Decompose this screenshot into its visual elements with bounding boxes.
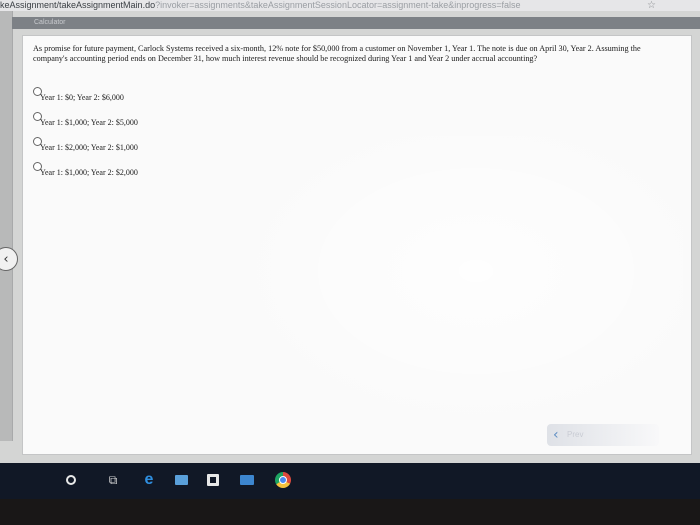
taskbar: ⧉ e	[0, 463, 700, 499]
screen-glare	[223, 136, 683, 436]
chevron-left-icon[interactable]: ‹	[0, 247, 18, 271]
prev-button[interactable]: ‹ Prev	[547, 424, 659, 446]
chevron-left-icon: ‹	[553, 427, 559, 443]
url-path: keAssignment/takeAssignmentMain.do	[0, 0, 156, 10]
left-edge-panel	[0, 11, 13, 441]
edge-browser-icon[interactable]: e	[140, 471, 158, 489]
prev-label: Prev	[567, 430, 584, 439]
store-icon[interactable]	[204, 471, 222, 489]
answer-option-label: Year 1: $2,000; Year 2: $1,000	[40, 143, 138, 152]
mail-icon[interactable]	[238, 471, 256, 489]
calculator-button[interactable]: Calculator	[34, 17, 66, 29]
question-text: As promise for future payment, Carlock S…	[33, 44, 641, 63]
task-view-icon[interactable]: ⧉	[104, 471, 122, 489]
url-query: ?invoker=assignments&takeAssignmentSessi…	[155, 0, 521, 10]
assignment-toolbar: Calculator	[12, 17, 700, 29]
address-bar[interactable]: keAssignment/takeAssignmentMain.do?invok…	[0, 0, 700, 11]
chrome-icon[interactable]	[274, 471, 292, 489]
star-icon[interactable]: ☆	[645, 0, 658, 11]
cortana-icon[interactable]	[62, 471, 80, 489]
monitor-bezel	[0, 499, 700, 525]
answer-option-label: Year 1: $1,000; Year 2: $5,000	[40, 118, 138, 127]
answer-option-label: Year 1: $1,000; Year 2: $2,000	[40, 168, 138, 177]
answer-option-label: Year 1: $0; Year 2: $6,000	[40, 93, 124, 102]
this-pc-icon[interactable]	[172, 471, 190, 489]
question-panel: As promise for future payment, Carlock S…	[22, 35, 692, 455]
page-content: ‹ Calculator As promise for future payme…	[0, 11, 700, 463]
